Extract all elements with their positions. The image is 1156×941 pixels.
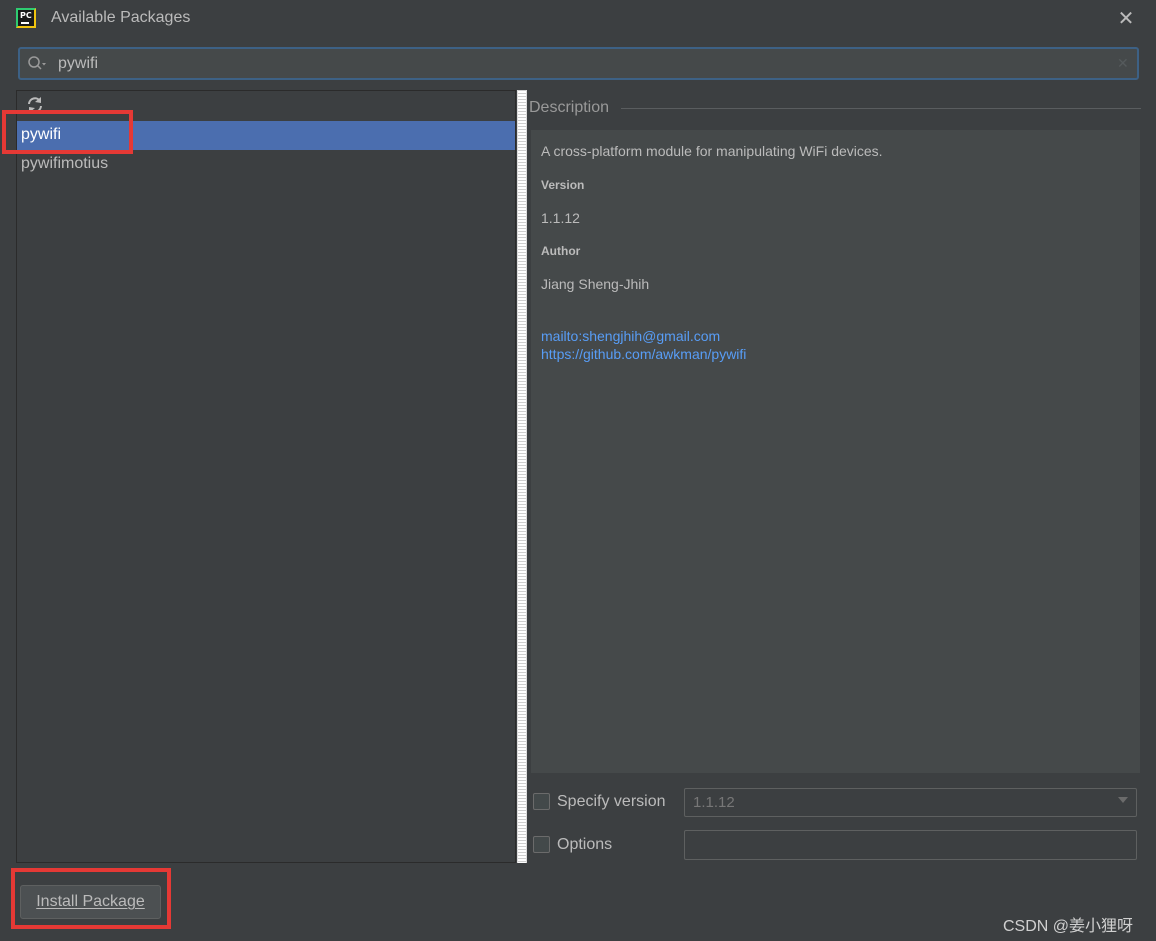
specify-version-checkbox[interactable]	[533, 793, 550, 810]
version-label: Version	[541, 178, 585, 192]
version-select-value: 1.1.12	[693, 794, 735, 811]
panel-splitter[interactable]	[517, 90, 527, 863]
author-label: Author	[541, 244, 581, 258]
app-icon-text: PC	[20, 11, 32, 20]
version-select[interactable]: 1.1.12	[684, 788, 1137, 817]
description-divider	[621, 108, 1141, 109]
options-input[interactable]	[684, 830, 1137, 860]
description-box: A cross-platform module for manipulating…	[531, 130, 1140, 773]
title-bar: PC Available Packages ✕	[0, 0, 1156, 38]
github-link[interactable]: https://github.com/awkman/pywifi	[541, 346, 746, 362]
specify-version-label: Specify version	[557, 793, 666, 810]
package-list: pywifi pywifimotius	[17, 121, 515, 179]
watermark-text: CSDN @姜小狸呀	[1003, 918, 1134, 935]
window-title: Available Packages	[51, 9, 191, 26]
install-package-button[interactable]: Install Package	[20, 885, 161, 919]
search-input[interactable]	[58, 53, 1108, 75]
options-checkbox[interactable]	[533, 836, 550, 853]
pycharm-app-icon: PC	[16, 8, 36, 28]
magnifier-icon[interactable]	[27, 55, 47, 73]
package-list-item[interactable]: pywifi	[17, 121, 515, 150]
description-header: Description	[529, 99, 616, 117]
package-list-panel: pywifi pywifimotius	[16, 90, 516, 863]
package-version: 1.1.12	[541, 210, 580, 226]
package-summary: A cross-platform module for manipulating…	[541, 143, 883, 159]
package-list-item[interactable]: pywifimotius	[17, 150, 515, 179]
refresh-icon[interactable]	[25, 95, 45, 115]
close-icon[interactable]: ✕	[1112, 4, 1140, 32]
package-author: Jiang Sheng-Jhih	[541, 276, 650, 292]
clear-search-icon[interactable]: ✕	[1117, 57, 1131, 71]
email-link[interactable]: mailto:shengjhih@gmail.com	[541, 328, 720, 344]
options-label: Options	[557, 836, 613, 853]
chevron-down-icon[interactable]	[1118, 797, 1128, 803]
search-field[interactable]: ✕	[18, 47, 1139, 80]
